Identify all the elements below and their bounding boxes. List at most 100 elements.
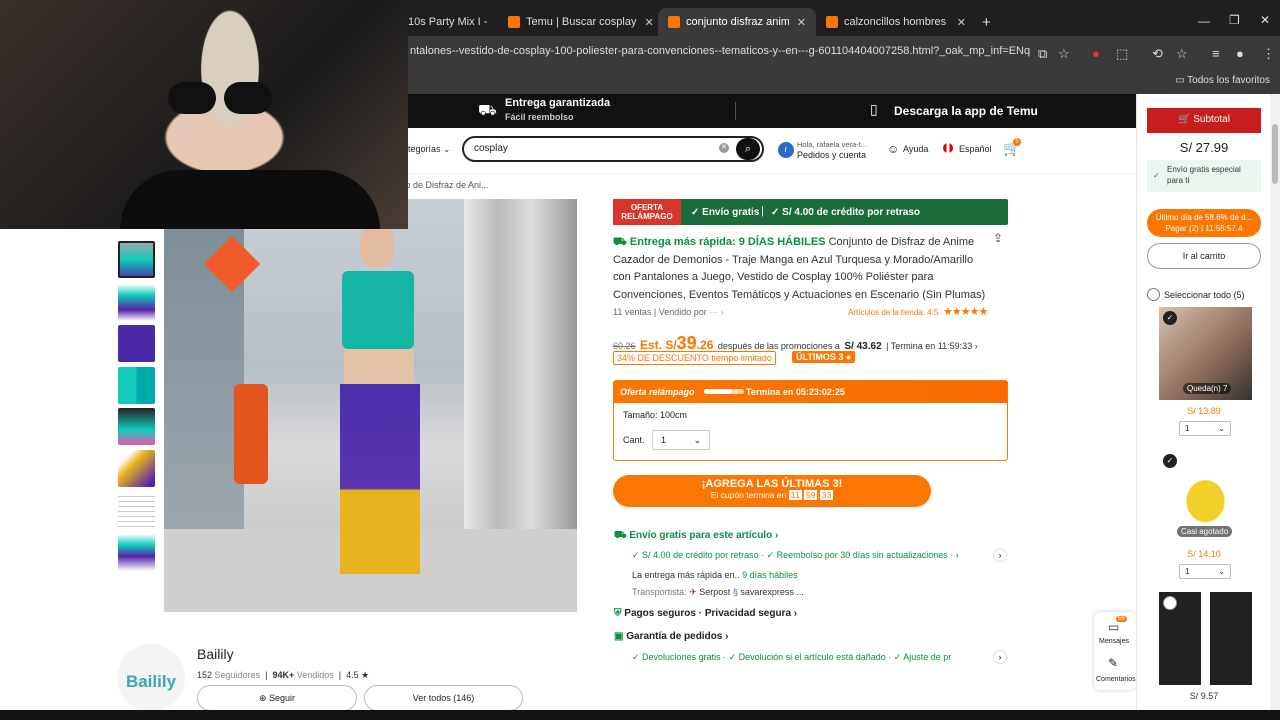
bookmark-star-icon[interactable]: ☆ xyxy=(1058,46,1070,62)
secure-payments-link[interactable]: ⛨ Pagos seguros · Privacidad segura › xyxy=(614,608,797,619)
select-all-checkbox[interactable] xyxy=(1147,288,1160,301)
checkmark-icon[interactable]: ✓ xyxy=(1163,454,1177,468)
follow-button[interactable]: ⊕ Seguir xyxy=(197,685,357,711)
sales-info: 11 ventas | Vendido por ··· › xyxy=(613,307,724,317)
thumbnail-3[interactable] xyxy=(118,325,155,362)
messages-icon[interactable]: ▭ xyxy=(1108,620,1119,634)
free-shipping-section[interactable]: ⛟ Envío gratis para este artículo › xyxy=(614,530,778,543)
breadcrumb[interactable]: nto de Disfraz de Ani... xyxy=(398,180,489,190)
product-main-image[interactable] xyxy=(164,199,577,612)
old-price: 60.26 xyxy=(613,341,636,351)
add-to-cart-button[interactable]: ¡AGREGA LAS ÚLTIMAS 3! El cupón termina … xyxy=(613,475,931,507)
truck-icon: ⛟ xyxy=(614,530,630,541)
coupon-timer: El cupón termina en 11:59:33 xyxy=(710,490,834,500)
chevron-right-icon[interactable]: › xyxy=(993,650,1007,664)
minimize-button[interactable]: — xyxy=(1198,14,1210,28)
carrier-label: Transportista: xyxy=(632,587,687,597)
select-all-label[interactable]: Seleccionar todo (5) xyxy=(1164,290,1245,300)
thumbnail-2[interactable] xyxy=(118,284,155,321)
tab-temu-search[interactable]: Temu | Buscar cosplay ✕ xyxy=(498,8,658,36)
download-app-link[interactable]: Descarga la app de Temu xyxy=(894,104,1038,118)
fastest-delivery: La entrega más rápida en.. 9 días hábile… xyxy=(632,570,798,580)
size-label[interactable]: Tamaño: 100cm xyxy=(623,410,687,420)
subtotal-banner: 🛒 Subtotal xyxy=(1147,108,1261,133)
thumbnail-5[interactable] xyxy=(118,408,155,445)
sales-count: 11 ventas xyxy=(613,307,652,317)
free-shipping-label: ✓ Envío gratis xyxy=(691,207,760,218)
sold-by-link[interactable]: Vendido por xyxy=(659,307,707,317)
checkmark-icon[interactable]: ✓ xyxy=(1163,311,1177,325)
comments-icon[interactable]: ✎ xyxy=(1108,656,1118,670)
language-selector[interactable]: Español xyxy=(959,144,992,154)
search-button[interactable]: ⌕ xyxy=(736,138,760,160)
cart-item-image[interactable]: ✓ Queda(n) 7 xyxy=(1159,307,1252,400)
cart-item-qty[interactable]: 1 ⌄ xyxy=(1179,564,1231,579)
quantity-select[interactable]: 1 ⌄ xyxy=(652,430,710,450)
chevron-right-icon[interactable]: › xyxy=(993,548,1007,562)
subtotal-value: S/ 27.99 xyxy=(1179,140,1229,155)
comments-label[interactable]: Comentarios xyxy=(1096,676,1136,683)
favorites-icon[interactable]: ☆ xyxy=(1176,46,1188,62)
help-link[interactable]: Ayuda xyxy=(903,144,928,154)
tab-label: calzoncillos hombres ropa inter xyxy=(844,16,949,28)
tab-active-product[interactable]: conjunto disfraz anime traje en✕ xyxy=(658,8,816,36)
order-guarantee-link[interactable]: ▣ Garantía de pedidos › xyxy=(614,631,728,642)
categories-menu[interactable]: tegorías ⌄ xyxy=(408,144,451,155)
clear-search-icon[interactable]: ✕ xyxy=(719,143,729,153)
scrollbar-thumb[interactable] xyxy=(1272,124,1278,184)
follow-label: Seguir xyxy=(269,693,296,703)
menu-icon[interactable]: ⋮ xyxy=(1262,46,1275,62)
free-shipping-text: Envío gratis especial para ti xyxy=(1167,165,1241,185)
product-title-block: ⛟ Entrega más rápida: 9 DÍAS HÁBILES Con… xyxy=(613,234,993,304)
close-icon[interactable]: ✕ xyxy=(949,16,966,29)
categories-label: tegorías xyxy=(408,144,441,154)
tab-party-mix[interactable]: 10s Party Mix I - Yo xyxy=(398,8,490,36)
bottom-edge xyxy=(0,710,1280,720)
flash-ends-label: Termina en 05:23:02:25 xyxy=(746,387,845,397)
url-field[interactable]: ntalones--vestido-de-cosplay-100-poliest… xyxy=(410,45,1030,57)
cart-item-image[interactable] xyxy=(1159,592,1252,685)
last-units-badge: ÚLTIMOS 3 ● xyxy=(792,351,856,363)
close-icon[interactable]: ✕ xyxy=(789,16,806,29)
thumbnail-4[interactable] xyxy=(118,367,155,404)
stock-badge: Casi agotado xyxy=(1177,526,1233,537)
unchecked-checkbox[interactable] xyxy=(1163,596,1177,610)
model-top xyxy=(342,271,414,349)
avatar[interactable]: ● xyxy=(1236,46,1244,61)
account-greeting[interactable]: Hola, rafaela vera-t... xyxy=(797,140,867,149)
flash-progress-track xyxy=(704,389,744,394)
new-tab-button[interactable]: + xyxy=(982,14,991,31)
seller-logo[interactable]: Bailily xyxy=(117,644,185,712)
seller-name[interactable]: Bailily xyxy=(197,646,234,662)
share-icon[interactable]: ⇪ xyxy=(993,231,1003,245)
extensions-icon[interactable]: ⬚ xyxy=(1116,46,1128,62)
scrollbar[interactable] xyxy=(1270,94,1280,710)
extension-icon[interactable]: ● xyxy=(1092,46,1100,61)
thumbnail-size-chart[interactable] xyxy=(118,492,155,529)
help-icon: ☺ xyxy=(887,142,900,156)
checkout-button[interactable]: Último día de 58.6% de d... Pagar (2) | 1… xyxy=(1147,209,1261,237)
orders-account-link[interactable]: Pedidos y cuenta xyxy=(797,150,866,160)
truck-icon: ⛟ xyxy=(478,102,497,119)
cart-item-image[interactable]: ✓ Casi agotado xyxy=(1159,450,1252,543)
close-icon[interactable]: ✕ xyxy=(636,16,653,29)
maximize-button[interactable]: ❐ xyxy=(1229,13,1240,27)
tab-calzoncillos[interactable]: calzoncillos hombres ropa inter✕ xyxy=(816,8,976,36)
go-to-cart-button[interactable]: Ir al carrito xyxy=(1147,243,1261,269)
thumbnail-8[interactable] xyxy=(118,534,155,571)
install-icon[interactable]: ⧉ xyxy=(1038,46,1047,62)
translate-icon[interactable]: ⟲ xyxy=(1152,46,1163,62)
shield-icon: ⛨ xyxy=(614,608,625,619)
stock-badge: Queda(n) 7 xyxy=(1183,383,1232,394)
thumbnail-6[interactable] xyxy=(118,450,155,487)
messages-label[interactable]: Mensajes xyxy=(1099,638,1129,645)
window-close-button[interactable]: ✕ xyxy=(1260,13,1270,27)
cart-item-qty[interactable]: 1 ⌄ xyxy=(1179,421,1231,436)
media-icon[interactable]: ≡ xyxy=(1212,46,1220,61)
avatar[interactable]: r xyxy=(778,142,794,158)
see-all-button[interactable]: Ver todos (146) xyxy=(364,685,523,711)
cart-sidebar: 🛒 Subtotal S/ 27.99 ✓ Envío gratis especi… xyxy=(1136,94,1270,710)
fastest-label: La entrega más rápida en.. xyxy=(632,570,740,580)
all-bookmarks[interactable]: ▭ Todos los favoritos xyxy=(1175,75,1270,86)
thumbnail-1[interactable] xyxy=(118,241,155,278)
